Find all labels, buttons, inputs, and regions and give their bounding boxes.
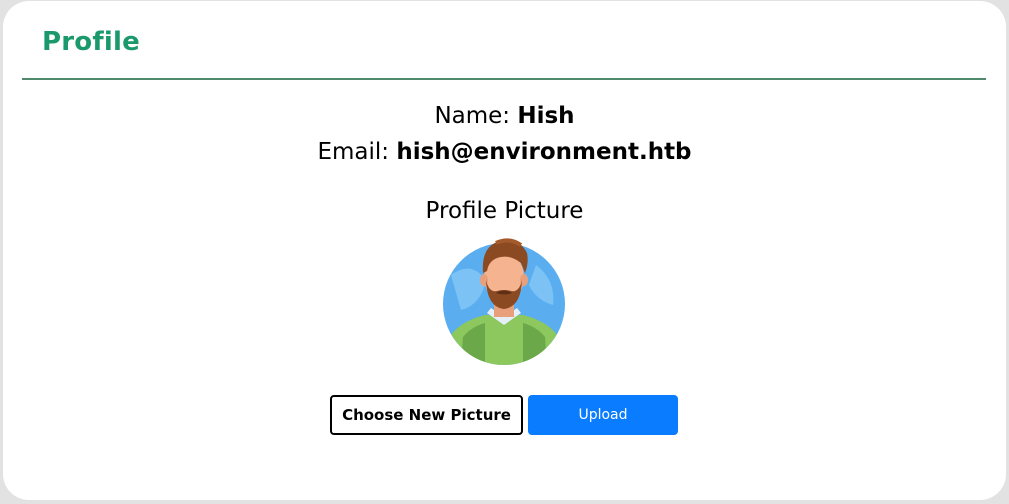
man-beard-avatar-icon [443,238,565,365]
email-line: Email: hish@environment.htb [3,139,1006,165]
page-title: Profile [42,27,140,57]
upload-button[interactable]: Upload [528,395,678,435]
email-value: hish@environment.htb [396,139,692,165]
name-line: Name: Hish [3,103,1006,129]
email-label: Email: [317,139,390,165]
profile-avatar [441,235,567,365]
profile-picture-title: Profile Picture [425,198,584,224]
profile-card: Profile Name: Hish Email: hish@environme… [3,1,1006,500]
header-divider [22,78,986,80]
choose-new-picture-button[interactable]: Choose New Picture [330,395,523,435]
name-label: Name: [434,103,511,129]
name-value: Hish [517,103,575,129]
